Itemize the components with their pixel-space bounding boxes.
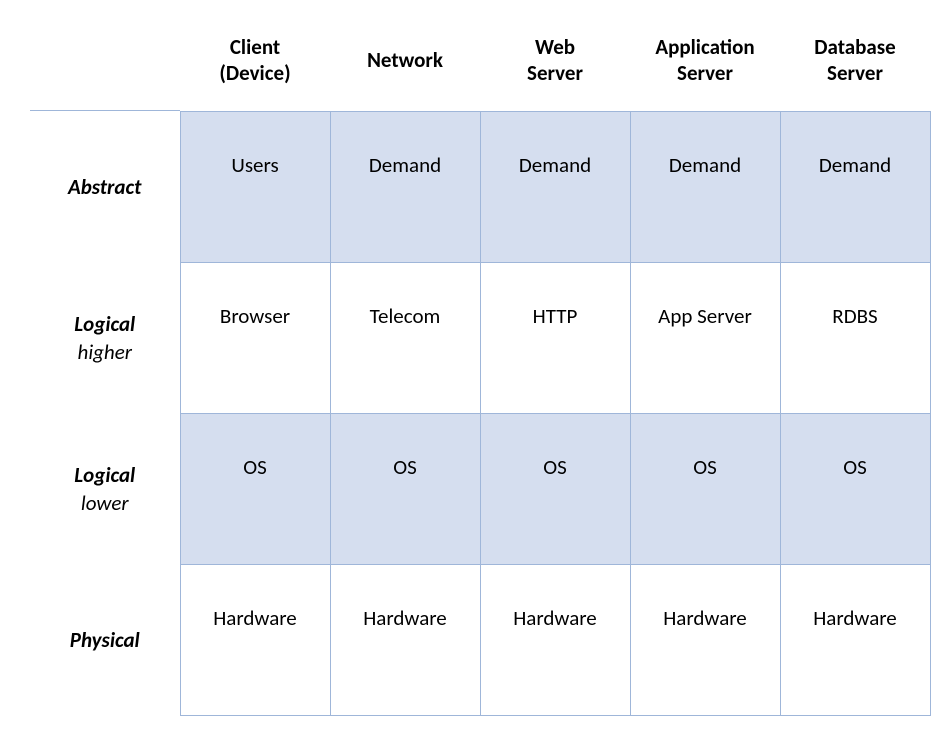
table-row: Physical Hardware Hardware Hardware Hard… <box>30 564 930 715</box>
matrix-cell: Hardware <box>480 564 630 715</box>
col-header: WebServer <box>480 20 630 111</box>
matrix-cell: Hardware <box>780 564 930 715</box>
col-header: DatabaseServer <box>780 20 930 111</box>
matrix-cell: Demand <box>630 111 780 262</box>
matrix-cell: Demand <box>480 111 630 262</box>
matrix-cell: RDBS <box>780 262 930 413</box>
matrix-cell: Browser <box>180 262 330 413</box>
table-row: Logical lower OS OS OS OS OS <box>30 413 930 564</box>
matrix-cell: OS <box>780 413 930 564</box>
matrix-cell: OS <box>480 413 630 564</box>
matrix-cell: OS <box>330 413 480 564</box>
row-sublabel-text: higher <box>30 339 180 365</box>
table-row: Abstract Users Demand Demand Demand Dema… <box>30 111 930 262</box>
page: Client(Device) Network WebServer Applica… <box>0 0 935 736</box>
matrix-cell: OS <box>180 413 330 564</box>
matrix-cell: OS <box>630 413 780 564</box>
row-label: Logical lower <box>30 413 180 564</box>
row-label-text: Logical <box>74 462 135 488</box>
matrix-cell: Demand <box>780 111 930 262</box>
matrix-cell: HTTP <box>480 262 630 413</box>
row-sublabel-text: lower <box>30 490 180 516</box>
matrix-cell: Hardware <box>330 564 480 715</box>
col-header: Client(Device) <box>180 20 330 111</box>
row-label: Abstract <box>30 111 180 262</box>
matrix-cell: App Server <box>630 262 780 413</box>
row-label: Physical <box>30 564 180 715</box>
row-label-text: Abstract <box>68 174 141 200</box>
row-label-text: Logical <box>74 311 135 337</box>
column-headers-row: Client(Device) Network WebServer Applica… <box>30 20 930 111</box>
matrix-cell: Hardware <box>630 564 780 715</box>
matrix-cell: Telecom <box>330 262 480 413</box>
table-row: Logical higher Browser Telecom HTTP App … <box>30 262 930 413</box>
matrix-cell: Users <box>180 111 330 262</box>
col-header: Network <box>330 20 480 111</box>
row-label: Logical higher <box>30 262 180 413</box>
col-header: ApplicationServer <box>630 20 780 111</box>
matrix-cell: Demand <box>330 111 480 262</box>
matrix-cell: Hardware <box>180 564 330 715</box>
row-label-text: Physical <box>70 627 140 653</box>
corner-cell <box>30 20 180 111</box>
architecture-matrix: Client(Device) Network WebServer Applica… <box>30 20 931 716</box>
